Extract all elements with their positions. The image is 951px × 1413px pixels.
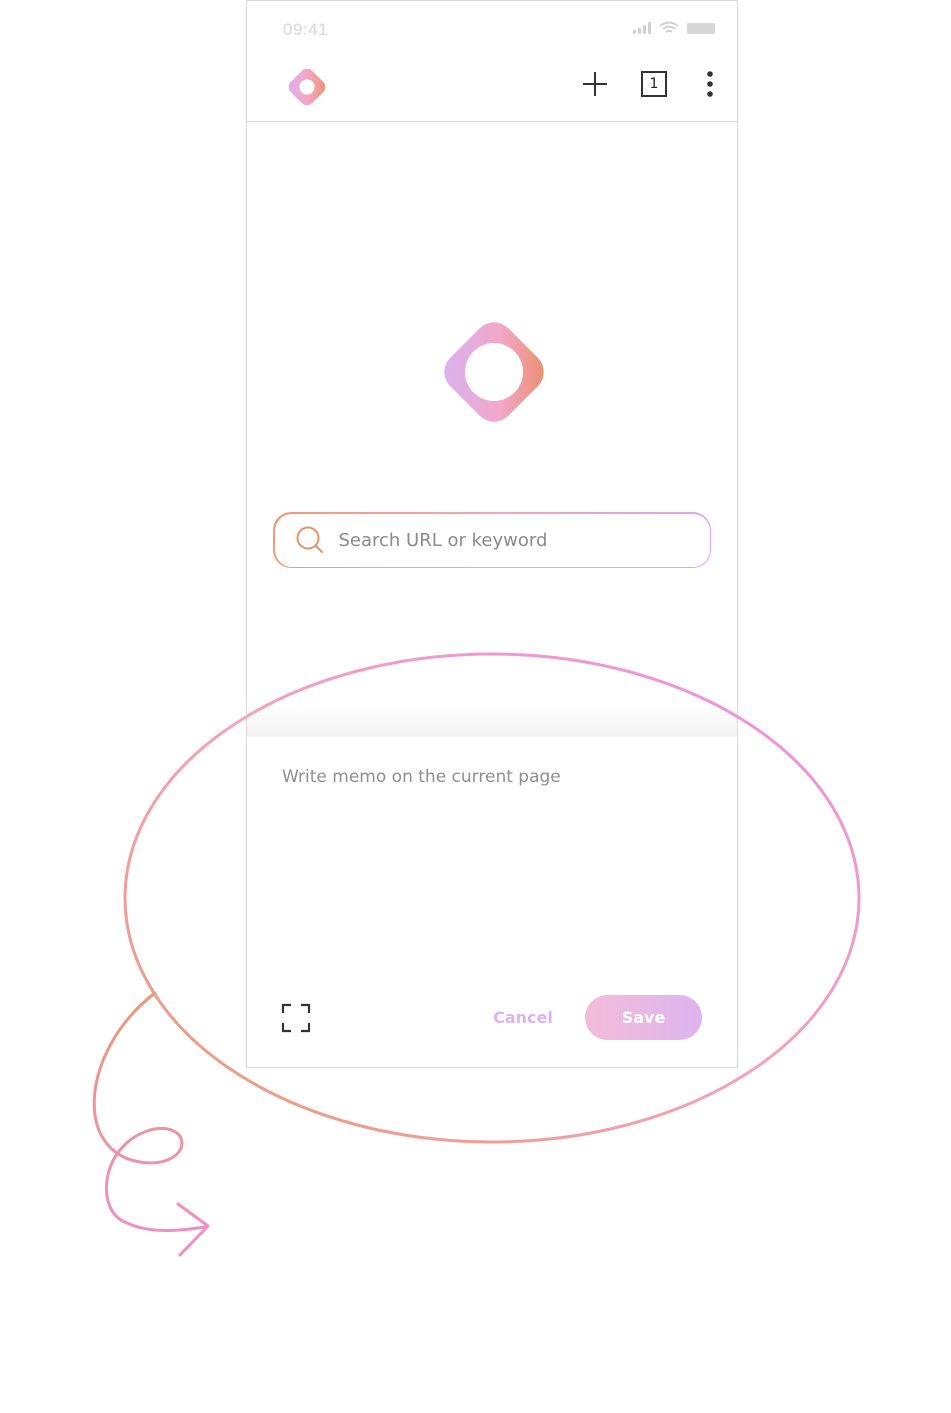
signal-icon bbox=[633, 22, 651, 34]
hero-logo-icon bbox=[444, 322, 544, 422]
annotation-arrow-path bbox=[92, 991, 207, 1232]
arrow-head-icon bbox=[176, 1202, 210, 1257]
tab-counter-icon: 1 bbox=[641, 71, 667, 97]
save-button[interactable]: Save bbox=[585, 995, 702, 1040]
more-vertical-icon bbox=[707, 71, 713, 97]
cancel-button[interactable]: Cancel bbox=[483, 995, 563, 1039]
tab-switcher-button[interactable]: 1 bbox=[637, 67, 671, 101]
memo-panel: Cancel Save bbox=[247, 737, 737, 1067]
memo-panel-shadow bbox=[247, 701, 737, 737]
fullscreen-icon[interactable] bbox=[281, 1003, 311, 1033]
memo-textarea[interactable] bbox=[282, 767, 702, 967]
search-bar[interactable] bbox=[273, 512, 711, 568]
app-logo-icon[interactable] bbox=[280, 60, 334, 114]
new-tab-button[interactable] bbox=[578, 67, 612, 101]
status-icons bbox=[633, 21, 715, 35]
more-menu-button[interactable] bbox=[693, 67, 727, 101]
status-time: 09:41 bbox=[283, 20, 329, 39]
search-input[interactable] bbox=[338, 529, 710, 551]
battery-icon bbox=[687, 22, 715, 34]
phone-frame: 09:41 1 Search URL or keyword Write memo… bbox=[246, 0, 738, 1068]
status-bar: 09:41 bbox=[247, 1, 737, 57]
wifi-icon bbox=[659, 21, 679, 33]
plus-icon bbox=[583, 72, 607, 96]
search-icon bbox=[296, 526, 323, 553]
browser-toolbar: 1 bbox=[247, 57, 737, 122]
